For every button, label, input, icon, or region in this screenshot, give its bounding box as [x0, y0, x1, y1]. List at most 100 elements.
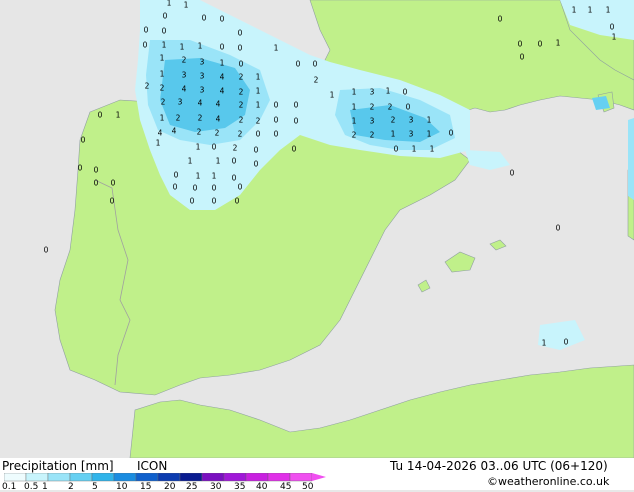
precip-value: 1 [330, 91, 335, 100]
precip-value: 1 [572, 6, 577, 15]
precip-value: 3 [182, 71, 187, 80]
precip-value: 0 [254, 160, 259, 169]
precip-value: 1 [160, 114, 165, 123]
precip-value: 0 [238, 183, 243, 192]
precip-value: 0 [162, 27, 167, 36]
precip-value: 1 [412, 145, 417, 154]
precip-value: 0 [403, 88, 408, 97]
precip-value: 1 [184, 1, 189, 10]
precip-value: 1 [352, 103, 357, 112]
legend-swatch [135, 473, 159, 482]
map-title: Precipitation [mm] [2, 459, 114, 473]
precip-value: 1 [606, 6, 611, 15]
precip-value: 1 [220, 59, 225, 68]
precip-value: 2 [239, 73, 244, 82]
precip-value: 0 [202, 14, 207, 23]
precip-value: 4 [216, 115, 221, 124]
model-name: ICON [137, 459, 168, 473]
precip-value: 0 [556, 224, 561, 233]
precip-value: 0 [256, 130, 261, 139]
precip-value: 3 [178, 98, 183, 107]
precip-value: 2 [145, 82, 150, 91]
precip-value: 2 [239, 101, 244, 110]
precip-value: 4 [220, 87, 225, 96]
precip-value: 0 [220, 15, 225, 24]
precip-value: 0 [98, 111, 103, 120]
legend-arrow [312, 473, 326, 481]
precip-value: 2 [233, 144, 238, 153]
precip-value: 4 [220, 73, 225, 82]
precip-value: 0 [81, 136, 86, 145]
precip-value: 2 [370, 103, 375, 112]
precip-value: 1 [196, 172, 201, 181]
precip-value: 1 [212, 172, 217, 181]
precip-value: 1 [427, 130, 432, 139]
precip-value: 0 [235, 197, 240, 206]
precip-value: 1 [180, 43, 185, 52]
footer-bar: Precipitation [mm] ICON Tu 14-04-2026 03… [0, 458, 634, 492]
precip-area-sardinia [628, 118, 634, 200]
legend-swatch [245, 473, 269, 482]
precip-value: 0 [239, 60, 244, 69]
precip-value: 2 [197, 128, 202, 137]
legend-swatch [4, 473, 27, 482]
precip-value: 3 [409, 116, 414, 125]
precip-value: 0 [111, 179, 116, 188]
precip-value: 1 [160, 70, 165, 79]
precip-value: 1 [556, 39, 561, 48]
legend-label: 45 [280, 482, 292, 492]
precip-value: 3 [200, 58, 205, 67]
precip-value: 2 [238, 130, 243, 139]
precip-value: 2 [215, 129, 220, 138]
precip-value: 1 [274, 44, 279, 53]
precip-value: 0 [212, 143, 217, 152]
precip-value: 0 [173, 183, 178, 192]
precip-value: 0 [94, 179, 99, 188]
precip-value: 0 [538, 40, 543, 49]
precip-value: 1 [256, 87, 261, 96]
precip-value: 2 [160, 84, 165, 93]
precip-value: 0 [212, 197, 217, 206]
precip-value: 2 [314, 76, 319, 85]
precip-value: 0 [94, 166, 99, 175]
precip-value: 4 [198, 99, 203, 108]
precip-value: 1 [167, 0, 172, 8]
precip-value: 0 [564, 338, 569, 347]
precip-value: 1 [256, 73, 261, 82]
precip-value: 0 [232, 174, 237, 183]
legend-label: 0.5 [24, 482, 39, 492]
forecast-datetime: Tu 14-04-2026 03..06 UTC (06+120) [390, 459, 608, 473]
precip-value: 1 [156, 139, 161, 148]
precip-value: 2 [198, 114, 203, 123]
precip-value: 1 [588, 6, 593, 15]
precip-value: 0 [449, 129, 454, 138]
precip-value: 1 [196, 143, 201, 152]
precip-value: 1 [188, 157, 193, 166]
precip-value: 0 [144, 26, 149, 35]
legend-label: 0.1 [2, 482, 17, 492]
precip-value: 4 [172, 127, 177, 136]
legend-swatch [267, 473, 291, 482]
precip-value: 0 [78, 164, 83, 173]
precip-value: 0 [518, 40, 523, 49]
legend-swatch [223, 473, 247, 482]
precip-value: 0 [190, 197, 195, 206]
precip-value: 3 [370, 117, 375, 126]
precip-value: 4 [216, 100, 221, 109]
precip-value: 0 [294, 117, 299, 126]
precip-value: 1 [216, 157, 221, 166]
precip-value: 0 [498, 15, 503, 24]
precip-value: 1 [386, 87, 391, 96]
credit-text: ©weatheronline.co.uk [487, 475, 610, 488]
legend-label: 15 [140, 482, 152, 492]
precip-value: 2 [239, 88, 244, 97]
legend-label: 20 [164, 482, 176, 492]
legend-label: 10 [116, 482, 128, 492]
legend-swatch [25, 473, 49, 482]
precip-value: 3 [409, 130, 414, 139]
precip-value: 0 [274, 116, 279, 125]
precip-value: 2 [161, 98, 166, 107]
precip-value: 2 [182, 56, 187, 65]
precip-value: 2 [370, 131, 375, 140]
precip-value: 0 [232, 157, 237, 166]
